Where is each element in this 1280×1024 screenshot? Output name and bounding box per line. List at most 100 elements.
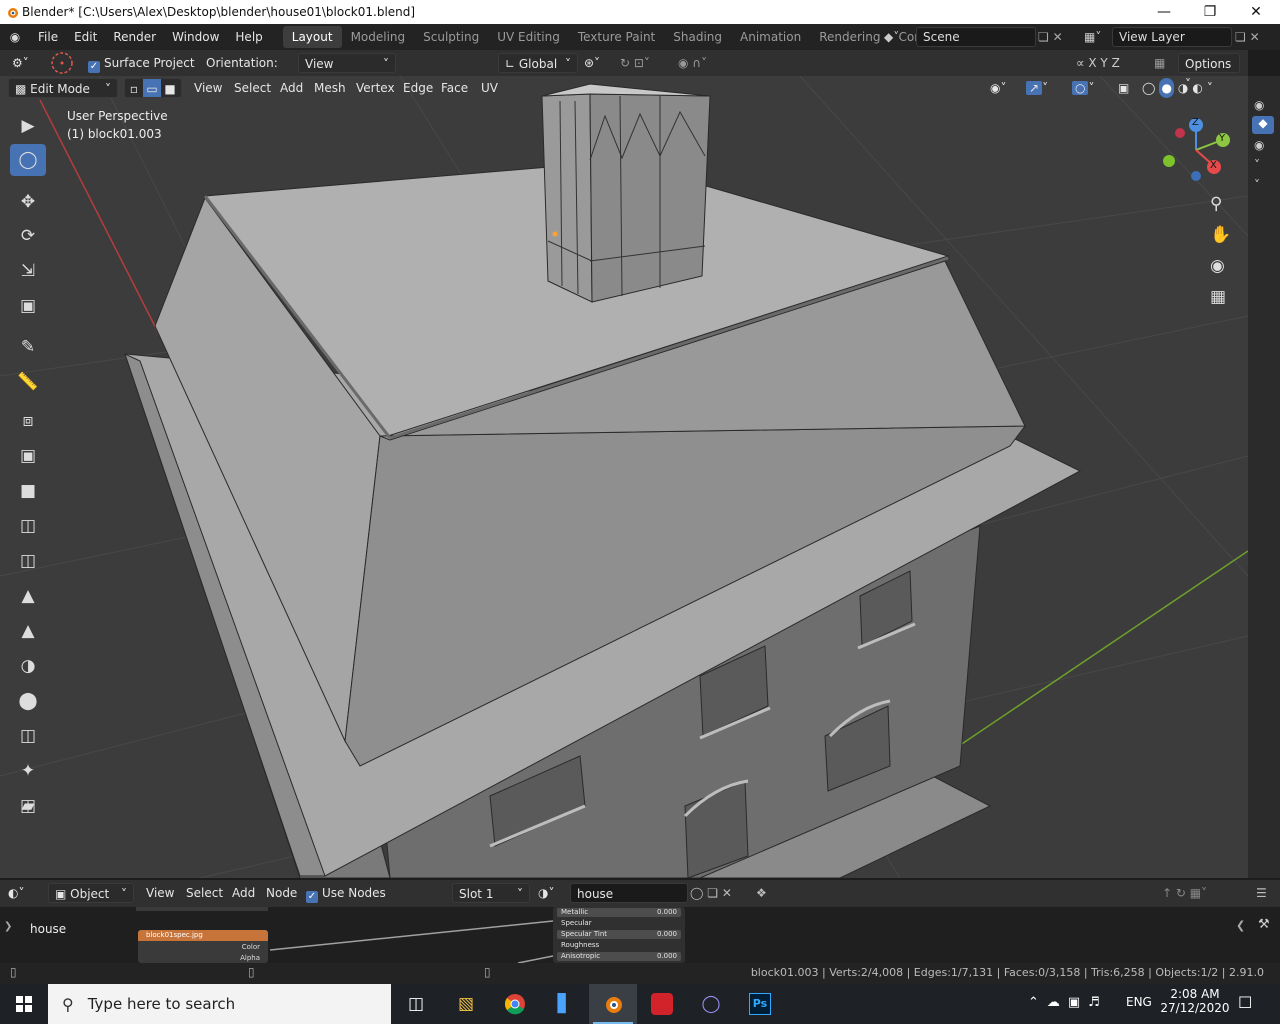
viewport-menu-select[interactable]: Select <box>234 78 271 98</box>
menu-edit[interactable]: Edit <box>66 30 105 44</box>
rotate-icon[interactable]: ⟳ <box>10 220 46 252</box>
chevron-down-icon[interactable]: ˅ <box>1254 158 1260 172</box>
proportional-edit-icon[interactable]: ◉ ∩˅ <box>678 53 726 73</box>
viewport-menu-vertex[interactable]: Vertex <box>356 78 395 98</box>
node-menu-add[interactable]: Add <box>232 883 255 903</box>
tab-uv-editing[interactable]: UV Editing <box>488 26 569 48</box>
minimize-button[interactable]: — <box>1141 0 1187 24</box>
viewport-menu-edge[interactable]: Edge <box>403 78 433 98</box>
wireframe-shading-icon[interactable]: ◯ <box>1142 78 1155 98</box>
chevron-down-icon[interactable]: ˅ <box>1254 178 1260 192</box>
perspective-grid-icon[interactable]: ▦ <box>1210 287 1236 318</box>
pc-app-icon[interactable]: ▋ <box>540 984 588 1024</box>
view-layer-icon[interactable]: ▦˅ <box>1084 27 1112 47</box>
browser-app-icon[interactable]: ◯ <box>687 984 735 1024</box>
measure-icon[interactable]: 📏 <box>10 366 46 398</box>
notification-icon[interactable]: ☐ <box>1238 993 1252 1012</box>
material-actions-icons[interactable]: ◯ ❏ ✕ <box>690 883 752 903</box>
chevron-down-icon[interactable]: ˅ <box>1207 78 1213 98</box>
snap-icon[interactable]: ↻ ⊡˅ <box>620 53 670 73</box>
tab-texture-paint[interactable]: Texture Paint <box>569 26 664 48</box>
3d-viewport[interactable] <box>0 76 1248 878</box>
view-layer-field[interactable]: View Layer <box>1112 27 1232 47</box>
pin-icon[interactable]: ❖ <box>756 883 774 903</box>
viewport-menu-add[interactable]: Add <box>280 78 303 98</box>
eye-icon[interactable]: ◉ <box>1254 98 1264 112</box>
node-menu-select[interactable]: Select <box>186 883 223 903</box>
bsdf-row[interactable]: Specular Tint 0.000 <box>557 930 681 939</box>
bevel-icon[interactable]: ◫ <box>10 510 46 542</box>
close-button[interactable]: ✕ <box>1233 0 1279 24</box>
spin-icon[interactable]: ◑ <box>10 650 46 682</box>
poly-build-icon[interactable]: ▲ <box>10 615 46 647</box>
tab-shading[interactable]: Shading <box>664 26 731 48</box>
surface-project-checkbox[interactable]: ✓ Surface Project <box>88 53 195 73</box>
tab-sculpting[interactable]: Sculpting <box>414 26 488 48</box>
mode-dropdown[interactable]: ▩ Edit Mode ˅ <box>8 78 118 98</box>
annotate-icon[interactable]: ✎ <box>10 331 46 363</box>
select-box-icon[interactable]: ▶ <box>10 110 46 142</box>
move-icon[interactable]: ✥ <box>10 186 46 218</box>
face-select-icon[interactable]: ■ <box>161 79 179 97</box>
bsdf-row[interactable]: Anisotropic 0.000 <box>557 952 681 961</box>
tab-modeling[interactable]: Modeling <box>342 26 415 48</box>
gizmo-toggle-icon[interactable]: ↗ ˅ <box>1026 78 1064 98</box>
slot-dropdown[interactable]: Slot 1 ˅ <box>452 883 530 903</box>
mirror-axis-toggles[interactable]: ∝ X Y Z <box>1076 53 1146 73</box>
auto-merge-icon[interactable]: ▦ <box>1154 53 1174 73</box>
task-view-icon[interactable]: ◫ <box>392 984 440 1024</box>
loop-cut-icon[interactable]: ◫ <box>10 545 46 577</box>
selectable-icon[interactable]: ◆ <box>1252 116 1274 134</box>
navigation-gizmo[interactable]: Z Y X <box>1158 112 1234 188</box>
pan-hand-icon[interactable]: ✋ <box>1210 225 1236 256</box>
options-dropdown[interactable]: Options ˅ <box>1178 53 1240 91</box>
sidebar-expand-icon[interactable]: ❮ <box>1236 919 1245 932</box>
menu-help[interactable]: Help <box>227 30 270 44</box>
vertex-select-icon[interactable]: ▫ <box>125 79 143 97</box>
eye-icon[interactable]: ◉ <box>1254 138 1264 152</box>
scene-copy-icon[interactable]: ❏ ✕ <box>1038 27 1078 47</box>
security-app-icon[interactable] <box>638 984 686 1024</box>
tab-rendering[interactable]: Rendering <box>810 26 889 48</box>
viewport-menu-uv[interactable]: UV <box>481 78 498 98</box>
scene-selector-icon[interactable]: ◆˅ <box>884 27 916 47</box>
edge-select-icon[interactable]: ▭ <box>143 79 161 97</box>
tool-tab-icon[interactable]: ⚒ <box>1258 917 1270 932</box>
scale-icon[interactable]: ⇲ <box>10 255 46 287</box>
camera-view-icon[interactable]: ◉ <box>1210 256 1236 287</box>
tab-layout[interactable]: Layout <box>282 26 342 48</box>
menu-file[interactable]: File <box>30 30 66 44</box>
sidebar-toggle-icon[interactable]: ☰ <box>1256 883 1276 903</box>
inset-faces-icon[interactable]: ■ <box>10 475 46 507</box>
knife-icon[interactable]: ▲ <box>10 580 46 612</box>
image-texture-node[interactable]: block01spec.jpg Color Alpha <box>138 930 268 963</box>
menu-window[interactable]: Window <box>164 30 227 44</box>
transform-icon[interactable]: ▣ <box>10 290 46 322</box>
object-type-dropdown[interactable]: ▣ Object ˅ <box>48 883 134 903</box>
overlay-toggle-icon[interactable]: ○ ˅ <box>1072 78 1110 98</box>
pivot-point-icon[interactable]: ⊛˅ <box>584 53 614 73</box>
clock[interactable]: 2:08 AM 27/12/2020 <box>1160 987 1230 1015</box>
viewport-menu-mesh[interactable]: Mesh <box>314 78 346 98</box>
visibility-eye-icon[interactable]: ◉˅ <box>990 78 1020 98</box>
scene-name-field[interactable]: Scene <box>916 27 1036 47</box>
solid-shading-icon[interactable]: ● <box>1159 78 1174 98</box>
editor-type-icon[interactable]: ◐˅ <box>8 883 42 903</box>
viewport-menu-view[interactable]: View <box>194 78 222 98</box>
material-name-field[interactable]: house <box>570 883 688 903</box>
zoom-icon[interactable]: ⚲ <box>1210 194 1236 225</box>
view-layer-copy-icon[interactable]: ❏ ✕ <box>1235 27 1275 47</box>
language-indicator[interactable]: ENG <box>1126 995 1152 1009</box>
taskbar-search-box[interactable]: ⚲ Type here to search <box>48 984 391 1024</box>
active-tool-circle-icon[interactable] <box>50 51 74 75</box>
file-explorer-icon[interactable]: ▧ <box>442 984 490 1024</box>
blender-taskbar-icon[interactable] <box>589 984 637 1024</box>
tab-animation[interactable]: Animation <box>731 26 810 48</box>
add-cube-icon[interactable]: ⧈ <box>10 405 46 437</box>
menu-render[interactable]: Render <box>105 30 164 44</box>
blender-menu-icon[interactable]: ◉ <box>0 30 30 44</box>
tool-settings-icon[interactable]: ⚙˅ <box>12 53 40 73</box>
edge-slide-icon[interactable]: ◫ <box>10 720 46 752</box>
maximize-button[interactable]: ❐ <box>1187 0 1233 24</box>
extrude-region-icon[interactable]: ▣ <box>10 440 46 472</box>
